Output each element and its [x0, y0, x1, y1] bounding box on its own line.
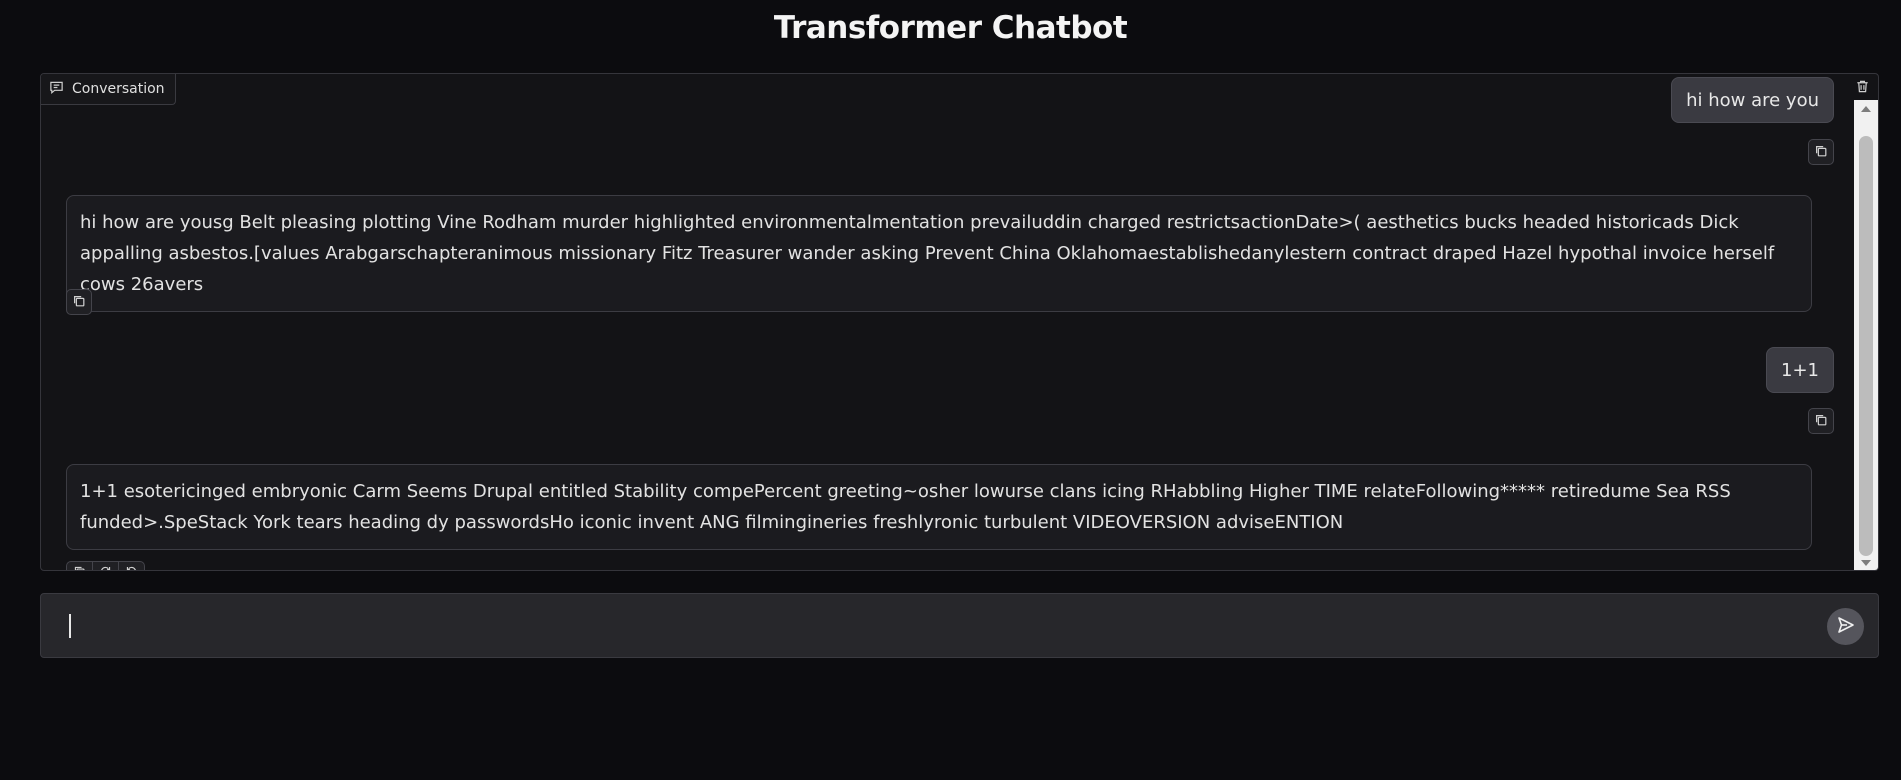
chatbot-panel: Conversation hi how are you hi how are y… [40, 73, 1879, 571]
trash-icon [1855, 79, 1870, 98]
copy-icon [1814, 143, 1828, 162]
page-title: Transformer Chatbot [773, 10, 1128, 46]
message-input[interactable] [63, 608, 1807, 646]
message-input-container [40, 593, 1879, 658]
retry-icon [99, 563, 112, 570]
undo-icon [125, 563, 138, 570]
bot-message: 1+1 esotericinged embryonic Carm Seems D… [66, 464, 1812, 550]
bot-message: hi how are yousg Belt pleasing plotting … [66, 195, 1812, 312]
chat-icon [49, 80, 64, 99]
message-action-bar [66, 561, 145, 570]
copy-message-button[interactable] [1808, 408, 1834, 434]
copy-message-button[interactable] [66, 289, 92, 315]
conversation-label: Conversation [41, 74, 176, 105]
scrollbar[interactable] [1854, 100, 1878, 570]
scroll-up-arrow-icon[interactable] [1861, 106, 1871, 112]
copy-icon [73, 563, 86, 570]
send-icon [1836, 615, 1856, 639]
undo-button[interactable] [119, 562, 144, 570]
copy-icon [1814, 412, 1828, 431]
copy-icon [72, 293, 86, 312]
user-message: hi how are you [1671, 77, 1834, 123]
user-message: 1+1 [1766, 347, 1834, 393]
clear-chat-button[interactable] [1852, 78, 1872, 98]
conversation-label-text: Conversation [72, 81, 165, 97]
scroll-thumb[interactable] [1859, 136, 1873, 556]
scroll-down-arrow-icon[interactable] [1861, 560, 1871, 566]
send-button[interactable] [1827, 608, 1864, 645]
copy-message-button[interactable] [1808, 139, 1834, 165]
text-caret [69, 614, 71, 638]
retry-button[interactable] [93, 562, 119, 570]
copy-message-button[interactable] [67, 562, 93, 570]
